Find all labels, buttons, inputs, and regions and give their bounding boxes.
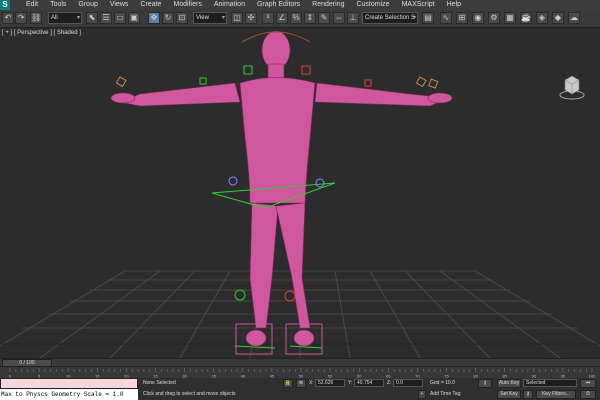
layer-manager-icon[interactable]: ▤ — [422, 12, 434, 24]
time-tag-icon[interactable]: + — [418, 390, 426, 399]
maxscript-output[interactable]: Max to Physcs Geometry Scale = 1.0 — [0, 389, 138, 400]
absolute-mode-icon[interactable]: ⊕ — [296, 379, 306, 388]
selection-count: None Selected — [143, 380, 176, 386]
select-and-scale-icon[interactable]: ⊡ — [176, 12, 188, 24]
menu-create[interactable]: Create — [134, 0, 167, 10]
z-coordinate-field[interactable]: 0.0 — [393, 379, 423, 387]
x-label: X: — [309, 380, 314, 386]
menu-help[interactable]: Help — [441, 0, 467, 10]
angle-snap-icon[interactable]: ∠ — [276, 12, 288, 24]
z-label: Z: — [387, 380, 392, 386]
viewport-label[interactable]: [ + ] [ Perspective ] [ Shaded ] — [2, 30, 81, 36]
menu-animation[interactable]: Animation — [208, 0, 251, 10]
selection-filter-dropdown[interactable]: All — [48, 12, 82, 24]
reference-coordinate-dropdown[interactable]: View — [193, 12, 227, 24]
render-activeshade-icon[interactable]: ◆ — [552, 12, 564, 24]
menu-group[interactable]: Group — [72, 0, 103, 10]
viewcube-icon[interactable] — [558, 72, 586, 102]
snaps-toggle-icon[interactable]: ³ — [262, 12, 274, 24]
add-time-tag[interactable]: Add Time Tag — [430, 391, 460, 397]
app-logo[interactable]: S — [0, 0, 10, 10]
select-object-icon[interactable]: ⬉ — [86, 12, 98, 24]
character-mesh[interactable] — [110, 30, 453, 347]
status-bar: Max to Physcs Geometry Scale = 1.0 None … — [0, 378, 600, 400]
material-editor-icon[interactable]: ◉ — [472, 12, 484, 24]
key-filters-button[interactable]: Key Filters... — [536, 390, 576, 399]
grid-size: Grid = 10.0 — [430, 380, 455, 386]
menu-customize[interactable]: Customize — [350, 0, 395, 10]
curve-editor-icon[interactable]: ∿ — [440, 12, 452, 24]
rect-selection-region-icon[interactable]: ▭ — [114, 12, 126, 24]
schematic-view-icon[interactable]: ⊞ — [456, 12, 468, 24]
menu-rendering[interactable]: Rendering — [306, 0, 350, 10]
spinner-snap-icon[interactable]: ⇕ — [304, 12, 316, 24]
menu-maxscript[interactable]: MAXScript — [396, 0, 441, 10]
render-setup-icon[interactable]: ⚙ — [488, 12, 500, 24]
menu-modifiers[interactable]: Modifiers — [167, 0, 207, 10]
auto-key-button[interactable]: Auto Key — [497, 379, 521, 388]
rendered-frame-window-icon[interactable]: ▦ — [504, 12, 516, 24]
align-icon[interactable]: ⊥ — [347, 12, 359, 24]
mirror-icon[interactable]: ⇔ — [333, 12, 345, 24]
render-iterative-icon[interactable]: ◈ — [536, 12, 548, 24]
select-and-move-icon[interactable]: ✥ — [148, 12, 160, 24]
named-selection-sets-dropdown[interactable]: Create Selection S — [362, 12, 418, 24]
render-production-icon[interactable]: ☕ — [520, 12, 532, 24]
time-config-icon[interactable]: ⏱ — [580, 390, 596, 399]
menu-views[interactable]: Views — [104, 0, 135, 10]
set-key-icon[interactable]: ⚷ — [523, 390, 533, 399]
key-icon[interactable]: ⚷ — [478, 379, 492, 388]
set-key-button[interactable]: Set Key — [497, 390, 521, 399]
edit-named-selection-icon[interactable]: ✎ — [318, 12, 330, 24]
y-label: Y: — [348, 380, 353, 386]
menu-graph-editors[interactable]: Graph Editors — [251, 0, 306, 10]
perspective-viewport[interactable]: [ + ] [ Perspective ] [ Shaded ] — [0, 28, 600, 358]
x-coordinate-field[interactable]: 52.626 — [315, 379, 345, 387]
window-crossing-icon[interactable]: ▣ — [128, 12, 140, 24]
select-by-name-icon[interactable]: ☰ — [100, 12, 112, 24]
y-coordinate-field[interactable]: 40.754 — [354, 379, 384, 387]
prompt-line: Click and drag to select and move object… — [143, 391, 236, 397]
percent-snap-icon[interactable]: % — [290, 12, 302, 24]
main-toolbar: ↶ ↷ ⛓ All ⬉ ☰ ▭ ▣ ✥ ↻ ⊡ View ◫ ✣ ³ ∠ % ⇕… — [0, 10, 600, 28]
pivot-center-icon[interactable]: ◫ — [231, 12, 243, 24]
key-mode-dropdown[interactable]: Selected — [523, 379, 577, 387]
menu-edit[interactable]: Edit — [20, 0, 44, 10]
selection-lock-icon[interactable]: 🔒 — [283, 379, 293, 388]
select-and-link-icon[interactable]: ⛓ — [30, 12, 42, 24]
manipulate-icon[interactable]: ✣ — [245, 12, 257, 24]
maxscript-mini-listener[interactable] — [0, 378, 138, 389]
render-cloud-icon[interactable]: ☁ — [568, 12, 580, 24]
menu-tools[interactable]: Tools — [44, 0, 72, 10]
select-and-rotate-icon[interactable]: ↻ — [162, 12, 174, 24]
menu-bar: S Edit Tools Group Views Create Modifier… — [0, 0, 600, 10]
go-to-start-icon[interactable]: ⏮ — [580, 379, 596, 388]
scene-canvas — [0, 30, 600, 358]
undo-icon[interactable]: ↶ — [2, 12, 14, 24]
redo-icon[interactable]: ↷ — [15, 12, 27, 24]
